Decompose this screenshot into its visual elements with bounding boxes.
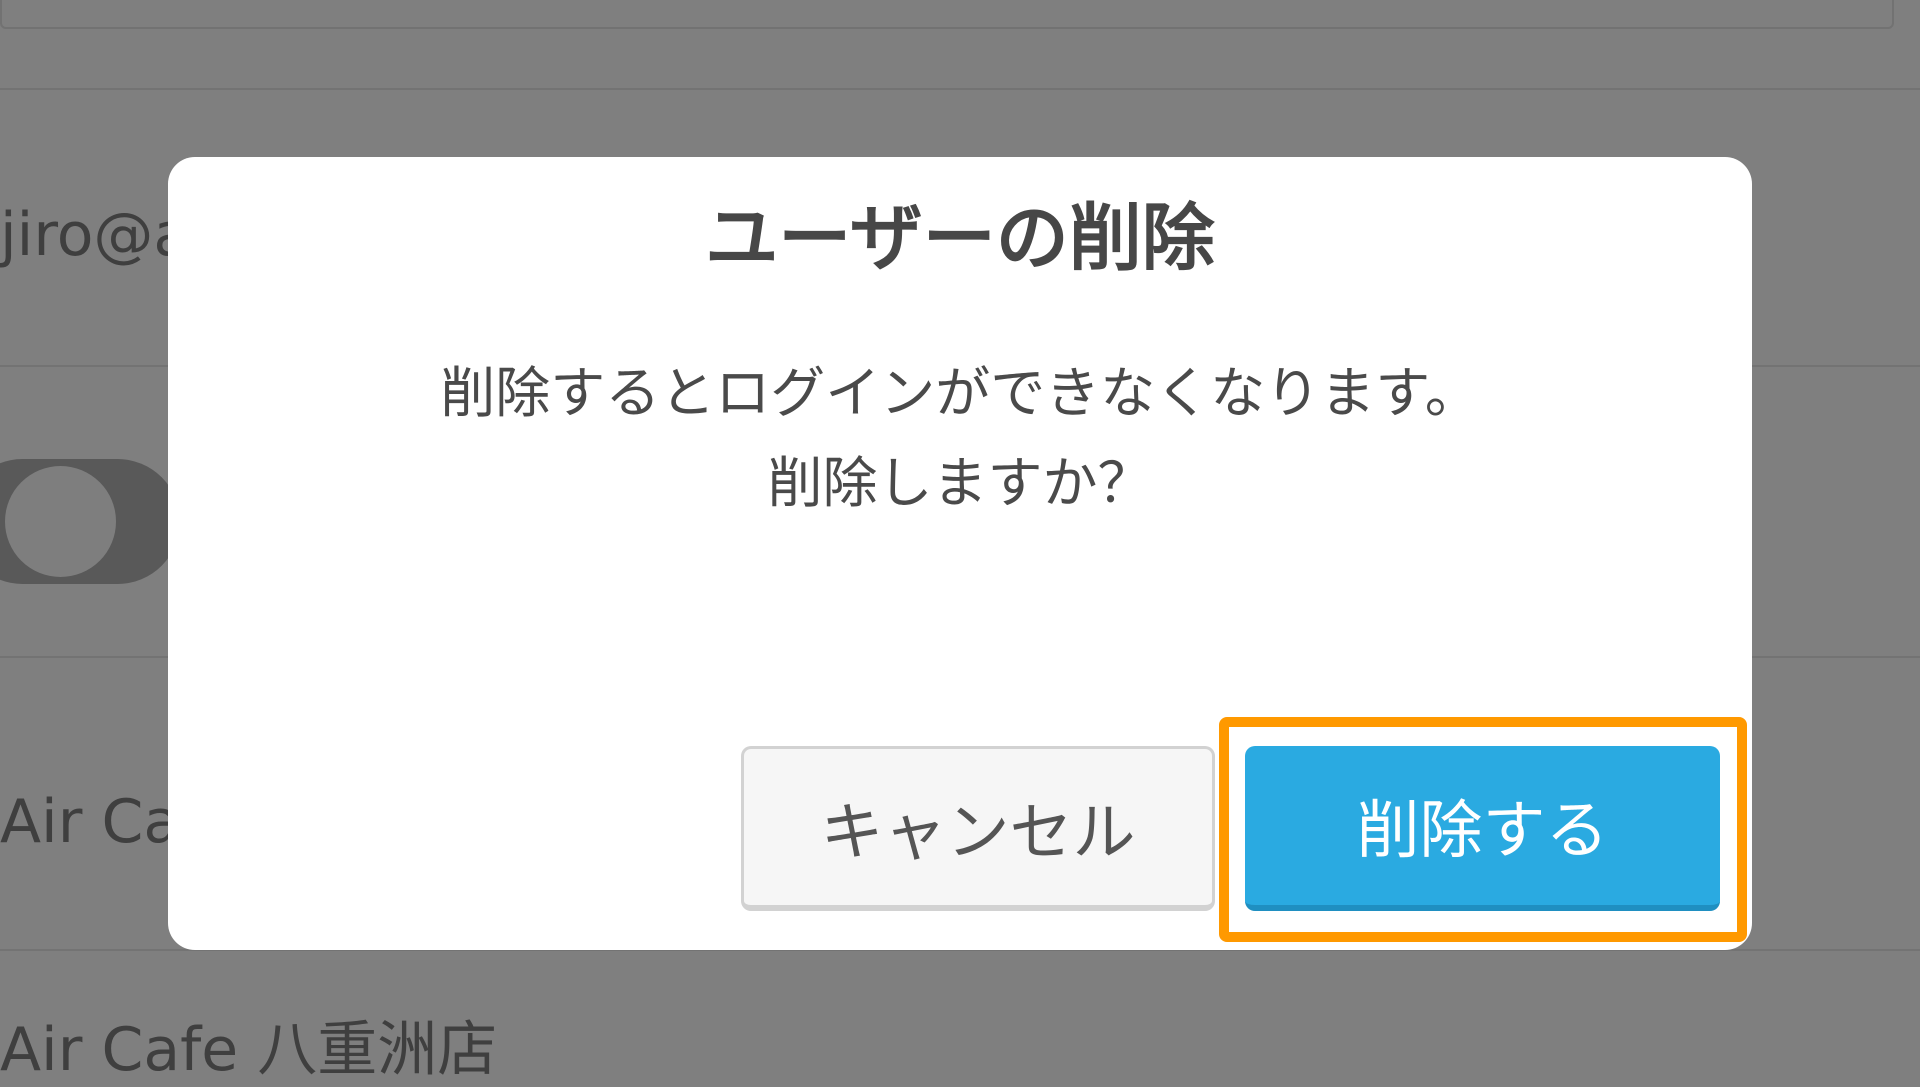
dialog-message-line: 削除しますか？ bbox=[767, 451, 1153, 515]
background-store-text: Air Cafe 八重洲店 bbox=[0, 1015, 498, 1085]
background-toggle-knob bbox=[5, 466, 116, 577]
dialog-title: ユーザーの削除 bbox=[705, 196, 1215, 281]
cancel-button[interactable]: キャンセル bbox=[741, 746, 1215, 911]
divider bbox=[0, 88, 1920, 90]
dialog-message-line: 削除するとログインができなくなります。 bbox=[440, 361, 1480, 425]
background-store-text: Air Ca bbox=[0, 787, 181, 857]
background-input-field bbox=[0, 0, 1894, 29]
delete-user-dialog: ユーザーの削除 削除するとログインができなくなります。 削除しますか？ キャンセ… bbox=[168, 157, 1752, 950]
delete-button[interactable]: 削除する bbox=[1245, 746, 1720, 911]
background-email-text: jiro@a bbox=[0, 200, 191, 270]
dialog-message: 削除するとログインができなくなります。 削除しますか？ bbox=[168, 348, 1752, 528]
